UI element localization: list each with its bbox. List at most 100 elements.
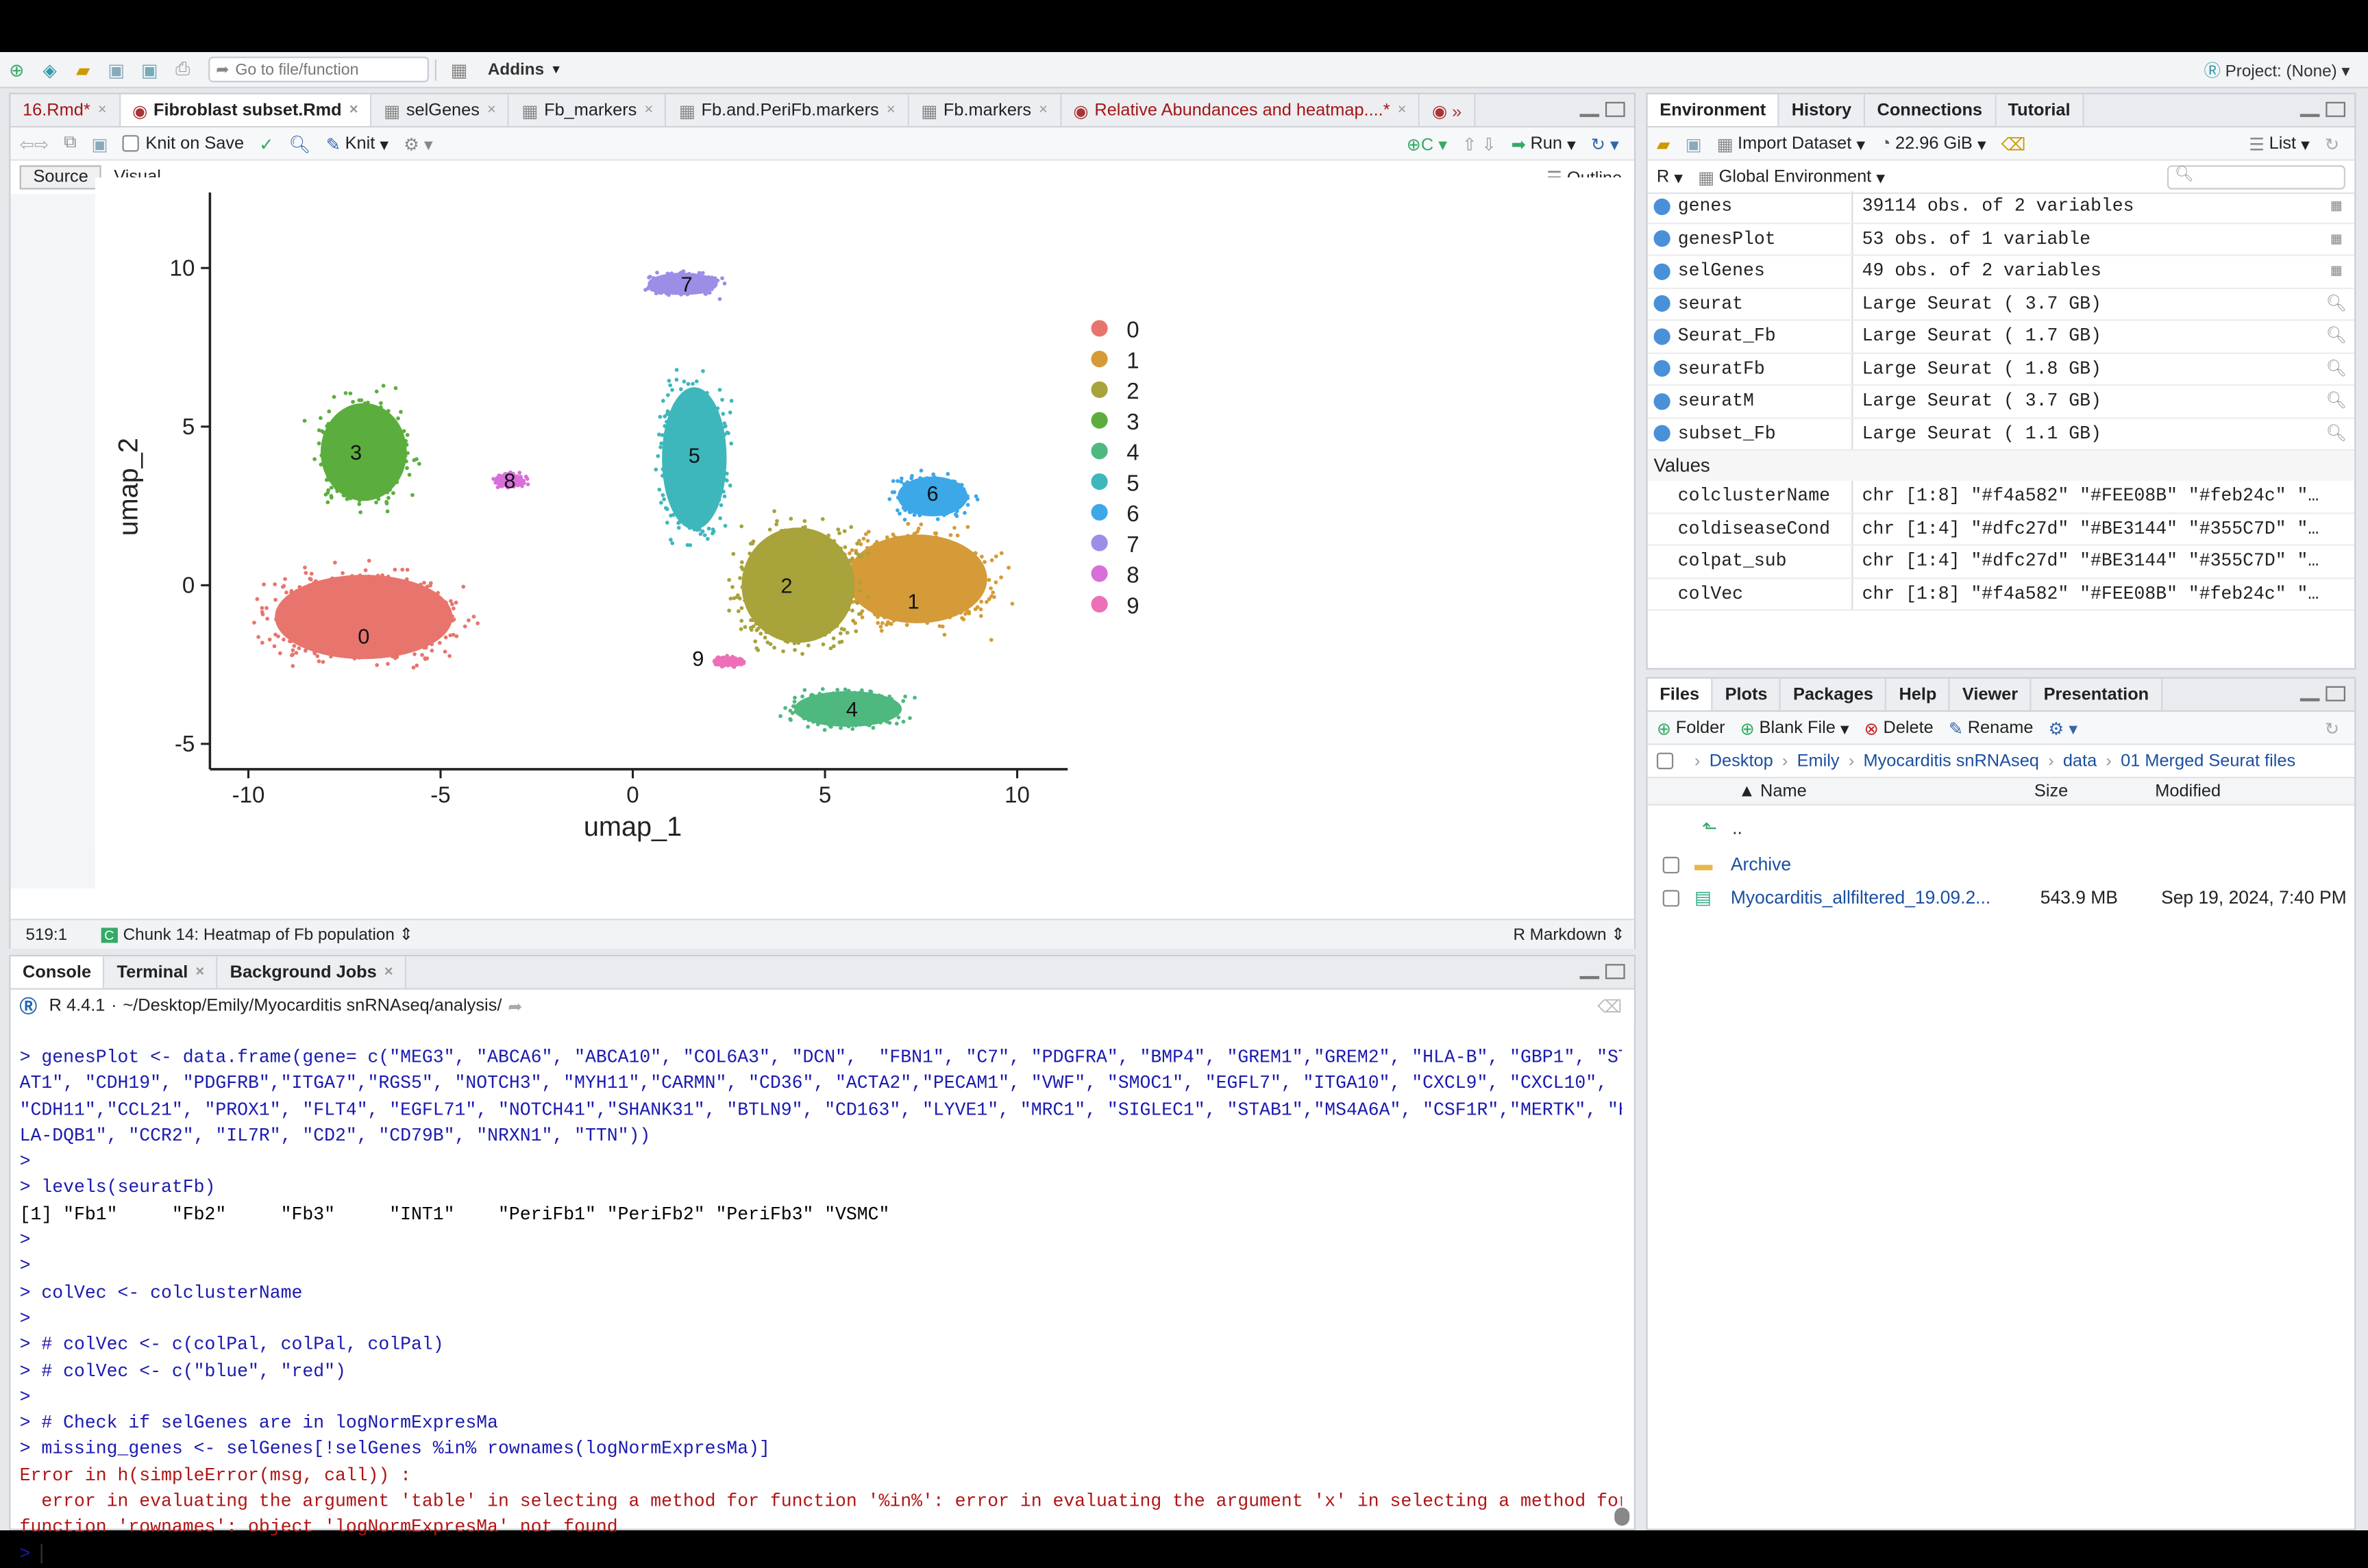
tab-editor-4[interactable]: ▦ Fb.and.PeriFb.markers × [667,94,909,127]
umap-point [326,421,331,426]
show-in-window-icon[interactable]: ⧉ [64,134,76,153]
umap-point [372,577,376,582]
umap-point [985,599,989,604]
umap-point [332,425,337,430]
save-icon[interactable]: ▣ [103,58,130,82]
tab-editor-2[interactable]: ▦ selGenes × [371,94,510,127]
gear-icon[interactable]: ⚙ ▾ [404,133,432,153]
project-menu[interactable]: Ⓡ Project: (None) ▾ [2204,58,2350,82]
umap-point [384,414,389,419]
umap-point [973,607,978,612]
umap-point [753,571,757,575]
umap-point [391,616,396,621]
tab-editor-3[interactable]: ▦ Fb_markers × [509,94,667,127]
umap-point [933,606,937,610]
umap-point [420,640,425,645]
close-icon[interactable]: × [349,102,358,119]
umap-point [817,584,821,589]
insert-chunk-icon[interactable]: ⊕C ▾ [1407,133,1447,153]
umap-point [854,582,859,587]
back-icon[interactable]: ⇦⇨ [20,133,49,153]
umap-point [940,624,945,629]
umap-point [288,614,293,619]
umap-point [798,636,803,640]
umap-point [323,453,328,458]
umap-point [964,592,969,597]
new-file-icon[interactable]: ⊕ [3,58,30,82]
search-icon[interactable]: 🔍︎ [288,133,310,153]
close-icon[interactable]: × [887,102,896,119]
umap-point [358,405,362,410]
umap-point [769,605,774,610]
umap-point [957,605,961,610]
umap-point [372,647,376,652]
umap-point [767,558,772,562]
umap-point [385,490,390,495]
umap-point [390,439,395,443]
close-icon[interactable]: × [1398,102,1407,119]
editor-pane-controls[interactable] [1579,101,1625,117]
umap-point [417,584,422,588]
umap-point [774,607,778,611]
open-file-icon[interactable]: ▰ [69,58,97,82]
tab-editor-0[interactable]: 16.Rmd* × [10,94,121,127]
tab-editor-1[interactable]: ◉ Fibroblast subset.Rmd × [120,94,372,127]
umap-point [877,549,881,553]
tab-editor-6[interactable]: ◉ Relative Abundances and heatmap....* × [1061,94,1420,127]
new-project-icon[interactable]: ◈ [36,58,64,82]
umap-point [829,549,833,553]
umap-point [297,625,301,630]
close-icon[interactable]: × [1039,102,1048,119]
umap-point [884,602,889,606]
umap-point [303,565,307,570]
umap-point [297,585,302,589]
source-mode-button[interactable]: Source [19,165,102,190]
rerun-icon[interactable]: ↻ ▾ [1591,133,1619,153]
spellcheck-icon[interactable]: ✓ [259,133,273,153]
umap-point [319,462,323,467]
run-button[interactable]: ➡ Run ▾ [1512,133,1576,154]
knit-on-save-checkbox[interactable]: Knit on Save [123,134,244,153]
grid-layout-icon[interactable]: ▦ [445,58,473,82]
umap-point [294,651,299,655]
umap-point [430,642,434,647]
chunk-up-icon[interactable]: ⇧ ⇩ [1462,133,1496,153]
tab-overflow[interactable]: ◉ » [1420,94,1476,127]
umap-point [868,607,873,612]
umap-point [339,592,344,597]
umap-point [369,423,373,427]
umap-point [842,529,847,534]
umap-point [307,634,312,639]
save-all-icon[interactable]: ▣ [136,58,163,82]
umap-point [317,618,322,623]
umap-point [763,595,767,599]
umap-point [1010,601,1015,606]
close-icon[interactable]: × [644,102,653,119]
umap-point [902,540,907,545]
umap-point [824,549,828,554]
umap-point [796,575,800,580]
umap-point [869,601,874,606]
save-icon[interactable]: ▣ [91,133,108,153]
umap-point [967,588,972,593]
umap-point [334,636,339,641]
umap-point [400,567,405,572]
umap-point [360,482,365,487]
umap-point [328,640,333,645]
umap-point [345,479,349,484]
umap-point [410,614,415,619]
knit-button[interactable]: ✎ Knit ▾ [326,133,388,154]
umap-point [731,551,736,556]
goto-file-input[interactable]: ➦ Go to file/function [208,56,429,83]
addins-menu[interactable]: Addins [488,60,544,78]
umap-point [779,608,784,612]
umap-point [408,640,412,645]
print-icon[interactable]: ⎙ [169,58,197,82]
close-icon[interactable]: × [98,102,107,119]
tab-editor-5[interactable]: ▦ Fb.markers × [909,94,1061,127]
umap-point [292,621,296,626]
umap-point [324,469,329,473]
umap-point [351,625,355,629]
umap-point [838,631,843,636]
close-icon[interactable]: × [487,102,496,119]
